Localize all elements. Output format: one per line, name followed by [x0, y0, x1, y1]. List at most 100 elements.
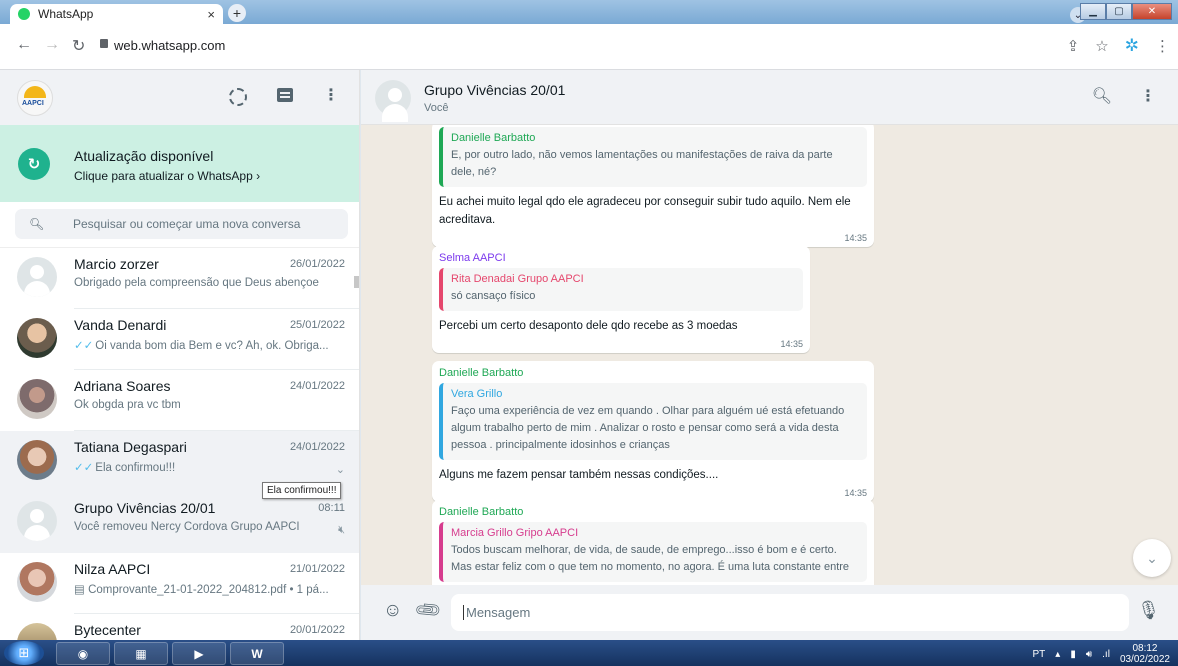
- quoted-text: Faço uma experiência de vez em quando . …: [451, 405, 845, 451]
- word-taskbar-icon[interactable]: W: [230, 642, 284, 665]
- quoted-message[interactable]: Marcia Grillo Gripo AAPCI Todos buscam m…: [439, 522, 867, 582]
- chat-item-nilza[interactable]: Nilza AAPCI 21/01/2022 ▤ Comprovante_21-…: [0, 553, 359, 614]
- quoted-sender: Rita Denadai Grupo AAPCI: [451, 273, 584, 285]
- chrome-taskbar-icon[interactable]: ◉: [56, 642, 110, 665]
- chat-item-vanda[interactable]: Vanda Denardi 25/01/2022 ✓✓ Oi vanda bom …: [0, 309, 359, 370]
- language-indicator[interactable]: PT: [1033, 649, 1046, 660]
- tab-close-icon[interactable]: ×: [207, 7, 215, 22]
- new-chat-icon[interactable]: [277, 88, 293, 102]
- chat-sidebar: AAPCI ⋮ ↻ Atualização disponível Clique …: [0, 70, 360, 666]
- explorer-taskbar-icon[interactable]: ▦: [114, 642, 168, 665]
- tray-arrow-icon[interactable]: ▴: [1055, 649, 1060, 660]
- scrollbar-thumb[interactable]: [354, 276, 359, 288]
- quoted-text: Todos buscam melhorar, de vida, de saude…: [451, 544, 850, 573]
- message-text: Eu achei muito legal qdo ele agradeceu p…: [439, 196, 851, 226]
- quoted-message[interactable]: Rita Denadai Grupo AAPCI só cansaço físi…: [439, 268, 803, 311]
- attach-icon[interactable]: 📎︎: [413, 595, 444, 626]
- url-text[interactable]: web.whatsapp.com: [114, 38, 225, 53]
- conversation-header[interactable]: Grupo Vivências 20/01 Você 🔍︎ ⋮: [361, 70, 1178, 125]
- chat-name: Adriana Soares: [74, 378, 171, 394]
- search-input[interactable]: 🔍︎ Pesquisar ou começar uma nova convers…: [15, 209, 348, 239]
- chat-name: Grupo Vivências 20/01: [74, 500, 216, 516]
- network-icon[interactable]: ▮: [1070, 649, 1076, 660]
- chat-name: Marcio zorzer: [74, 256, 159, 272]
- status-icon[interactable]: [229, 88, 247, 106]
- clock-date: 03/02/2022: [1119, 654, 1170, 665]
- chat-preview: Obrigado pela compreensão que Deus abenç…: [74, 277, 319, 289]
- search-area: 🔍︎ Pesquisar ou começar uma nova convers…: [0, 202, 359, 248]
- message-time: 14:35: [780, 339, 803, 349]
- new-tab-button[interactable]: +: [228, 4, 246, 22]
- default-avatar-icon: [17, 257, 57, 297]
- chat-date: 21/01/2022: [289, 563, 345, 575]
- window-controls: ▁ ▢ ✕: [1080, 3, 1172, 20]
- chat-preview: Comprovante_21-01-2022_204812.pdf • 1 pá…: [88, 584, 329, 596]
- chat-date: 25/01/2022: [289, 319, 345, 331]
- search-placeholder: Pesquisar ou começar uma nova conversa: [73, 217, 301, 231]
- chevron-down-icon[interactable]: ⌄: [336, 463, 345, 476]
- chat-date: 08:11: [318, 502, 345, 514]
- bookmark-star-icon[interactable]: ☆: [1095, 37, 1108, 55]
- message-sender[interactable]: Danielle Barbatto: [439, 367, 867, 379]
- compose-bar: ☺ 📎︎ Mensagem 🎙︎: [361, 585, 1178, 640]
- message-input[interactable]: Mensagem: [451, 594, 1129, 631]
- quoted-message[interactable]: Danielle Barbatto E, por outro lado, não…: [439, 127, 867, 187]
- menu-icon[interactable]: ⋮: [323, 88, 339, 106]
- chat-name: Bytecenter: [74, 622, 141, 638]
- muted-icon: 🔇︎: [338, 524, 345, 536]
- chat-preview: Ok obgda pra vc tbm: [74, 399, 181, 411]
- windows-taskbar: ⊞ ◉ ▦ ▶ W PT ▴ ▮ 🔊︎ .ıl 08:12 03/02/2022: [0, 640, 1178, 666]
- scroll-down-button[interactable]: ⌄: [1133, 539, 1171, 577]
- emoji-icon[interactable]: ☺: [383, 600, 402, 622]
- reload-icon[interactable]: ↻: [72, 36, 85, 56]
- chat-date: 24/01/2022: [289, 441, 345, 453]
- search-icon[interactable]: 🔍︎: [1092, 86, 1112, 106]
- clock-time: 08:12: [1132, 643, 1158, 654]
- read-ticks-icon: ✓✓: [74, 462, 94, 474]
- message-sender[interactable]: Danielle Barbatto: [439, 506, 867, 518]
- back-icon[interactable]: ←: [16, 36, 32, 54]
- avatar: [17, 440, 57, 480]
- signal-icon[interactable]: .ıl: [1102, 649, 1110, 660]
- chat-list: Marcio zorzer 26/01/2022 Obrigado pela c…: [0, 248, 359, 666]
- minimize-button[interactable]: ▁: [1080, 3, 1106, 20]
- volume-icon[interactable]: 🔊︎: [1086, 649, 1092, 660]
- message-bubble[interactable]: Danielle Barbatto Marcia Grillo Gripo AA…: [432, 500, 874, 585]
- start-button-icon[interactable]: ⊞: [4, 641, 44, 665]
- microphone-icon[interactable]: 🎙︎: [1137, 600, 1160, 621]
- message-sender[interactable]: Selma AAPCI: [439, 252, 803, 264]
- clock[interactable]: 08:12 03/02/2022: [1120, 643, 1170, 665]
- whatsapp-logo-icon: [18, 8, 30, 20]
- message-bubble[interactable]: Danielle Barbatto Vera Grillo Faço uma e…: [432, 361, 874, 502]
- forward-icon[interactable]: →: [44, 36, 60, 54]
- menu-icon[interactable]: ⋮: [1140, 86, 1156, 106]
- browser-tab-whatsapp[interactable]: WhatsApp ×: [10, 4, 223, 24]
- chat-name: Tatiana Degaspari: [74, 439, 187, 455]
- chat-item-grupo-vivencias[interactable]: Grupo Vivências 20/01 08:11 Você removeu…: [0, 492, 359, 553]
- avatar: [17, 379, 57, 419]
- quoted-sender: Vera Grillo: [451, 388, 503, 400]
- chat-item-marcio[interactable]: Marcio zorzer 26/01/2022 Obrigado pela c…: [0, 248, 359, 309]
- extension-icon[interactable]: ✲: [1125, 36, 1139, 56]
- message-bubble[interactable]: Selma AAPCI Rita Denadai Grupo AAPCI só …: [432, 246, 810, 353]
- close-window-button[interactable]: ✕: [1132, 3, 1172, 20]
- read-ticks-icon: ✓✓: [74, 340, 94, 352]
- quoted-sender: Danielle Barbatto: [451, 132, 536, 144]
- message-time: 14:35: [844, 488, 867, 498]
- share-icon[interactable]: ⇪: [1067, 37, 1080, 55]
- update-banner[interactable]: ↻ Atualização disponível Clique para atu…: [0, 125, 359, 202]
- message-bubble[interactable]: Danielle Barbatto E, por outro lado, não…: [432, 125, 874, 247]
- quoted-text: só cansaço físico: [451, 290, 536, 302]
- quoted-message[interactable]: Vera Grillo Faço uma experiência de vez …: [439, 383, 867, 460]
- media-player-taskbar-icon[interactable]: ▶: [172, 642, 226, 665]
- avatar: [17, 562, 57, 602]
- chat-item-adriana[interactable]: Adriana Soares 24/01/2022 Ok obgda pra v…: [0, 370, 359, 431]
- update-subtitle[interactable]: Clique para atualizar o WhatsApp ›: [74, 169, 260, 183]
- chat-preview: Ela confirmou!!!: [95, 462, 176, 474]
- group-avatar-icon[interactable]: [375, 80, 411, 122]
- group-avatar-icon: [17, 501, 57, 541]
- browser-menu-icon[interactable]: ⋮: [1155, 37, 1170, 55]
- profile-avatar[interactable]: AAPCI: [17, 80, 53, 116]
- tab-title: WhatsApp: [38, 7, 94, 21]
- maximize-button[interactable]: ▢: [1106, 3, 1132, 20]
